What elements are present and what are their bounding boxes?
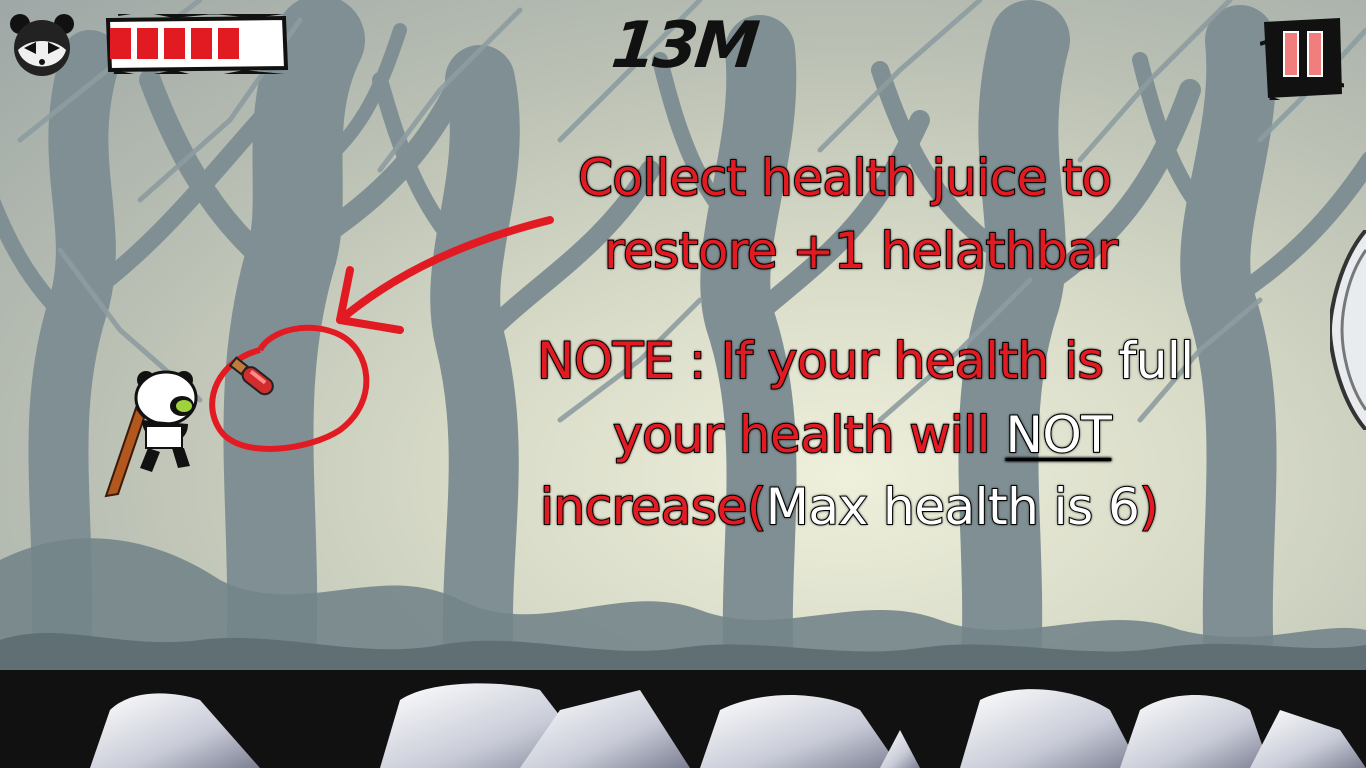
note-line-3-red: increase( [539, 478, 767, 536]
note-line-1-white: full [1103, 332, 1196, 390]
note-line-3-white: Max health is 6 [765, 478, 1141, 536]
tutorial-line-2: restore +1 helathbar [603, 222, 1119, 280]
side-wheel [1330, 230, 1366, 430]
distance-counter: 13M [608, 9, 760, 83]
pause-button[interactable] [1260, 14, 1344, 100]
health-cell-filled [191, 28, 212, 59]
game-scene[interactable]: 13M Collect health juice to restore +1 h… [0, 0, 1366, 768]
note-line-3-close: ) [1138, 478, 1160, 536]
health-cell-filled [137, 28, 158, 59]
health-cell-empty [245, 28, 266, 59]
note-line-2: your health will NOT [612, 409, 1113, 461]
tutorial-line-1: Collect health juice to [577, 149, 1113, 207]
note-line-3: increase(Max health is 6) [539, 481, 1160, 533]
note-line-2-not: NOT [1004, 406, 1112, 464]
note-line-1-red: NOTE : If your health is [536, 332, 1105, 390]
health-cells [110, 28, 266, 59]
note-line-1: NOTE : If your health is full [536, 335, 1195, 387]
health-cell-filled [110, 28, 131, 59]
health-juice-icon[interactable] [224, 352, 282, 402]
panda-player [104, 370, 198, 498]
health-cell-filled [218, 28, 239, 59]
ground-rocks [90, 683, 1366, 768]
health-cell-filled [164, 28, 185, 59]
panda-head-icon [10, 14, 74, 76]
ground-strip [0, 670, 1366, 768]
note-line-2-red: your health will [612, 406, 1006, 464]
tutorial-arrow [209, 216, 554, 452]
